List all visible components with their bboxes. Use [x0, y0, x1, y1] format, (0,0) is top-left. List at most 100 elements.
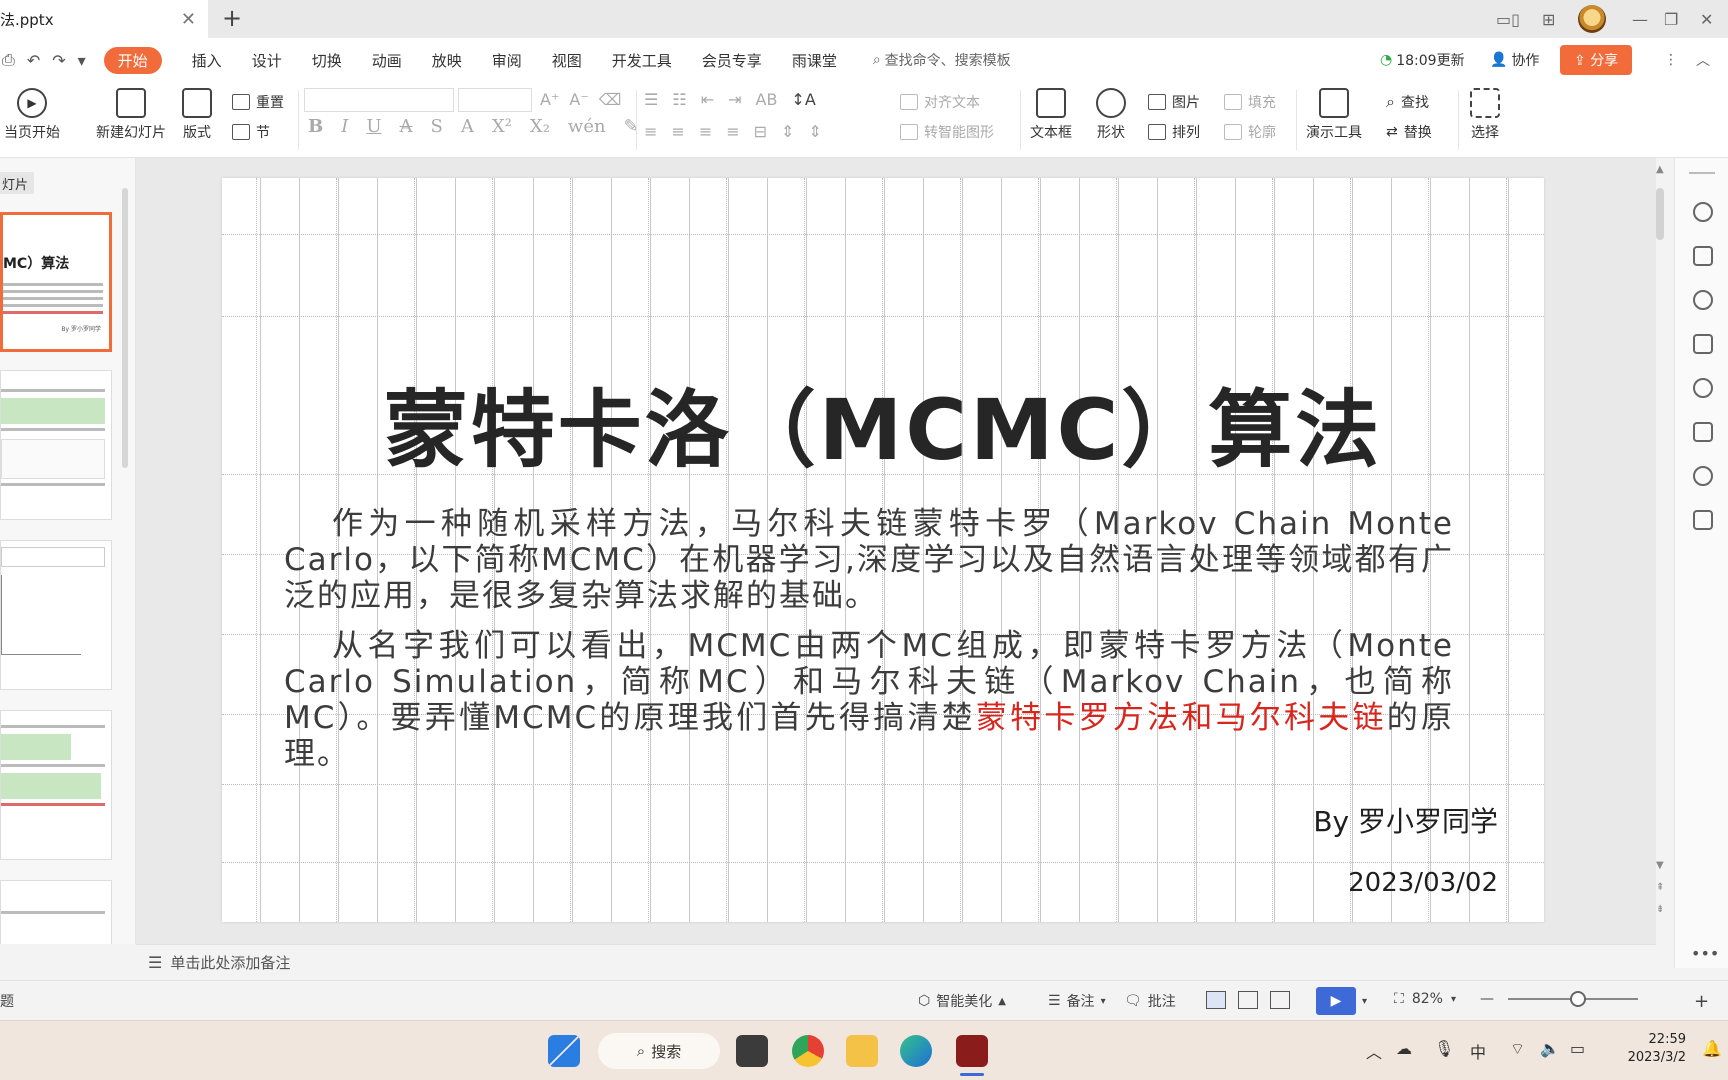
column-icon[interactable]: ⇕	[808, 122, 821, 141]
taskbar-search[interactable]: ⌕ 搜索	[598, 1033, 720, 1069]
settings-sliders-icon[interactable]	[1693, 246, 1713, 266]
system-clock[interactable]: 22:59 2023/3/2	[1628, 1031, 1686, 1067]
quick-access-dropdown-icon[interactable]: ▾	[78, 51, 86, 70]
more-options-icon[interactable]: ⋮	[1664, 52, 1678, 68]
close-tab-icon[interactable]: ✕	[181, 9, 196, 30]
distribute-icon[interactable]: ⊟	[754, 122, 767, 141]
compass-icon[interactable]	[1693, 466, 1713, 486]
notes-pane[interactable]: ☰ 单击此处添加备注	[136, 944, 1656, 980]
slide-paragraph-1[interactable]: 作为一种随机采样方法，马尔科夫链蒙特卡罗（Markov Chain Monte …	[284, 506, 1454, 614]
decrease-indent-icon[interactable]: ⇤	[701, 90, 714, 109]
undo-icon[interactable]: ↶	[27, 51, 40, 70]
font-family-select[interactable]	[304, 88, 454, 112]
rocket-icon[interactable]	[1693, 202, 1713, 222]
reset-button[interactable]: 重置	[232, 92, 284, 112]
menu-member[interactable]: 会员专享	[702, 50, 762, 71]
menu-design[interactable]: 设计	[252, 50, 282, 71]
slide-paragraph-2[interactable]: 从名字我们可以看出，MCMC由两个MC组成，即蒙特卡罗方法（Monte Carl…	[284, 628, 1454, 772]
present-tools-button[interactable]: 演示工具	[1306, 88, 1362, 142]
menu-animation[interactable]: 动画	[372, 50, 402, 71]
chrome-icon[interactable]	[792, 1035, 824, 1067]
help-icon[interactable]	[1693, 378, 1713, 398]
normal-view-icon[interactable]	[1206, 991, 1226, 1009]
reading-view-icon[interactable]	[1270, 991, 1290, 1009]
comment-button[interactable]: 🗨 批注	[1124, 991, 1176, 1011]
collab-button[interactable]: 👤 协作	[1490, 50, 1539, 70]
user-avatar[interactable]	[1578, 5, 1606, 33]
restore-icon[interactable]: ❐	[1664, 6, 1678, 32]
replace-button[interactable]: ⇄ 替换	[1386, 122, 1432, 142]
outline-button[interactable]: 轮廓	[1224, 122, 1276, 142]
document-tab[interactable]: 法.pptx ✕	[0, 0, 208, 38]
editor-scrollbar[interactable]: ▲ ▼ ⇞ ⇟	[1652, 158, 1666, 944]
collapse-ribbon-icon[interactable]: ︿	[1696, 50, 1710, 70]
microphone-icon[interactable]: 🎙	[1434, 1039, 1454, 1058]
find-button[interactable]: ⌕ 查找	[1386, 92, 1429, 112]
onedrive-icon[interactable]: ☁	[1396, 1039, 1412, 1058]
fill-button[interactable]: 填充	[1224, 92, 1276, 112]
bullet-list-icon[interactable]: ☰	[644, 90, 658, 109]
image-edit-icon[interactable]	[1693, 422, 1713, 442]
thumbnail-scrollbar[interactable]	[122, 188, 128, 468]
menu-home[interactable]: 开始	[103, 46, 162, 74]
new-tab-icon[interactable]: +	[222, 4, 242, 32]
thumbnail-panel-tab[interactable]: 灯片	[0, 172, 34, 194]
increase-indent-icon[interactable]: ⇥	[728, 90, 741, 109]
subscript-icon[interactable]: X₂	[530, 116, 550, 137]
more-icon[interactable]: •••	[1691, 944, 1719, 963]
menu-review[interactable]: 审阅	[492, 50, 522, 71]
menu-slideshow[interactable]: 放映	[432, 50, 462, 71]
slide-date[interactable]: 2023/03/02	[1348, 868, 1498, 898]
print-preview-icon[interactable]: ⎙	[2, 50, 15, 70]
apps-grid-icon[interactable]: ⊞	[1542, 6, 1555, 32]
shadow-icon[interactable]: S	[431, 116, 443, 137]
bold-icon[interactable]: B	[308, 116, 323, 137]
justify-icon[interactable]: ≡	[726, 122, 739, 141]
scroll-down-icon[interactable]: ▼	[1656, 860, 1664, 871]
scrollbar-thumb[interactable]	[1656, 188, 1664, 240]
decrease-font-icon[interactable]: A⁻	[569, 90, 588, 109]
numbered-list-icon[interactable]: ☷	[672, 90, 686, 109]
align-right-icon[interactable]: ≡	[699, 122, 712, 141]
slide-canvas[interactable]: 蒙特卡洛（MCMC）算法 作为一种随机采样方法，马尔科夫链蒙特卡罗（Markov…	[222, 178, 1544, 922]
star-icon[interactable]	[1693, 290, 1713, 310]
copy-icon[interactable]	[1693, 334, 1713, 354]
next-slide-icon[interactable]: ⇟	[1656, 904, 1664, 915]
play-from-current-button[interactable]: ▶ 当页开始	[4, 88, 60, 142]
layout-button[interactable]: 版式	[182, 88, 212, 142]
slide-thumbnail-1[interactable]: MC）算法 By 罗小罗同学	[0, 212, 112, 352]
redo-icon[interactable]: ↷	[52, 51, 65, 70]
align-center-icon[interactable]: ≡	[671, 122, 684, 141]
share-button[interactable]: ⇪ 分享	[1560, 45, 1633, 75]
zoom-control[interactable]: ⛶ 82% ▾	[1394, 991, 1456, 1007]
ime-indicator[interactable]: 中	[1470, 1039, 1486, 1063]
font-size-select[interactable]	[458, 88, 532, 112]
line-spacing-icon[interactable]: ↕A	[791, 90, 815, 109]
window-close-icon[interactable]: ✕	[1700, 6, 1713, 32]
pinyin-icon[interactable]: wén	[568, 116, 606, 137]
section-button[interactable]: 节	[232, 122, 270, 142]
fit-window-icon[interactable]: ⛶	[1394, 991, 1404, 1007]
textbox-button[interactable]: 文本框	[1030, 88, 1072, 142]
prev-slide-icon[interactable]: ⇞	[1656, 882, 1664, 893]
zoom-level[interactable]: 82%	[1412, 991, 1443, 1007]
menu-rain-classroom[interactable]: 雨课堂	[792, 50, 837, 71]
zoom-out-icon[interactable]: —	[1480, 991, 1494, 1007]
menu-developer[interactable]: 开发工具	[612, 50, 672, 71]
command-search[interactable]: ⌕ 查找命令、搜索模板	[873, 50, 1011, 70]
notification-icon[interactable]: 🔔	[1702, 1039, 1722, 1058]
new-slide-button[interactable]: 新建幻灯片	[96, 88, 166, 142]
windows-start-icon[interactable]	[548, 1035, 580, 1067]
underline-icon[interactable]: U	[366, 116, 381, 137]
scroll-up-icon[interactable]: ▲	[1656, 164, 1664, 175]
task-view-icon[interactable]	[736, 1035, 768, 1067]
picture-button[interactable]: 图片	[1148, 92, 1200, 112]
smart-beautify-button[interactable]: ⬡ 智能美化 ▲	[918, 991, 1006, 1011]
font-color-icon[interactable]: A	[461, 116, 474, 137]
italic-icon[interactable]: I	[341, 116, 348, 137]
minimize-icon[interactable]: —	[1632, 6, 1648, 32]
slide-thumbnail-5[interactable]	[0, 880, 112, 944]
notes-toggle-button[interactable]: ☰ 备注 ▾	[1048, 991, 1106, 1011]
slide-title[interactable]: 蒙特卡洛（MCMC）算法	[222, 363, 1544, 484]
arrange-button[interactable]: 排列	[1148, 122, 1200, 142]
